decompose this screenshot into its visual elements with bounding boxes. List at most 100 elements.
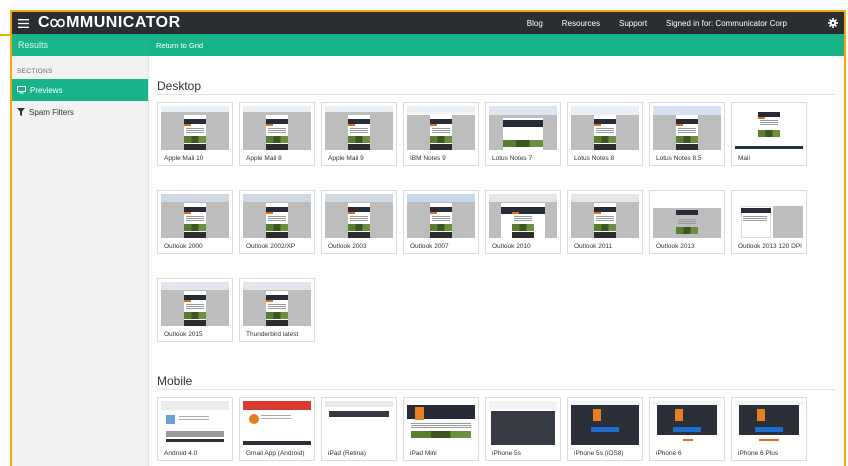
email-thumbnail [161, 282, 229, 326]
desktop-divider [157, 94, 835, 95]
resources-link[interactable]: Resources [562, 19, 600, 28]
email-thumbnail [735, 106, 803, 150]
client-name: Outlook 2011 [574, 243, 613, 250]
email-thumbnail [407, 106, 475, 150]
results-heading: Results [12, 34, 149, 56]
brand-c-letter: C [38, 14, 51, 31]
preview-tile[interactable]: Lotus Notes 7 [485, 102, 561, 166]
preview-tile[interactable]: Android 4.0 [157, 397, 233, 461]
client-name: Android 4.0 [164, 450, 198, 457]
email-thumbnail [653, 401, 721, 445]
email-thumbnail [407, 401, 475, 445]
client-name: Outlook 2013 [656, 243, 695, 250]
return-to-grid-link[interactable]: Return to Grid [149, 41, 203, 50]
email-thumbnail [653, 194, 721, 238]
client-name: Outlook 2000 [164, 243, 203, 250]
signed-in-account[interactable]: Signed in for: Communicator Corp [666, 19, 787, 28]
client-name: Outlook 2010 [492, 243, 531, 250]
sidebar-item-spam-filters[interactable]: Spam Filters [12, 101, 148, 123]
preview-tile[interactable]: Outlook 2000 [157, 190, 233, 254]
brand-name: MMUNICATOR [66, 14, 181, 31]
sidebar-item-previews[interactable]: Previews [12, 79, 148, 101]
preview-tile[interactable]: Apple Mail 10 [157, 102, 233, 166]
email-thumbnail [161, 194, 229, 238]
email-thumbnail [407, 194, 475, 238]
preview-tile[interactable]: Outlook 2011 [567, 190, 643, 254]
email-thumbnail [243, 401, 311, 445]
brand-logo[interactable]: C MMUNICATOR [38, 14, 181, 32]
preview-tile[interactable]: Outlook 2002/XP [239, 190, 315, 254]
preview-tile[interactable]: iPhone 5s [485, 397, 561, 461]
filter-icon [17, 108, 25, 116]
preview-tile[interactable]: Apple Mail 8 [239, 102, 315, 166]
preview-tile[interactable]: iPad (Retina) [321, 397, 397, 461]
gear-icon[interactable] [827, 17, 839, 29]
client-name: Apple Mail 10 [164, 155, 204, 162]
mobile-divider [157, 389, 835, 390]
client-name: Lotus Notes 8 [574, 155, 615, 162]
email-thumbnail [735, 401, 803, 445]
blog-link[interactable]: Blog [527, 19, 543, 28]
preview-tile[interactable]: Outlook 2003 [321, 190, 397, 254]
preview-tile[interactable]: Thunderbird latest [239, 278, 315, 342]
preview-tile[interactable]: iPhone 5s (iOS8) [567, 397, 643, 461]
client-name: iPhone 5s (iOS8) [574, 450, 624, 457]
sidebar-item-label: Previews [30, 85, 63, 95]
hamburger-menu-button[interactable] [12, 12, 34, 34]
preview-tile[interactable]: iPhone 6 [649, 397, 725, 461]
preview-tile[interactable]: Mail [731, 102, 807, 166]
preview-tile[interactable]: IBM Notes 9 [403, 102, 479, 166]
app-window: C MMUNICATOR Blog Resources Support Sign… [10, 10, 846, 466]
preview-tile[interactable]: Outlook 2015 [157, 278, 233, 342]
email-thumbnail [325, 106, 393, 150]
email-thumbnail [489, 106, 557, 150]
preview-tile[interactable]: Gmail App (Android) [239, 397, 315, 461]
preview-tile[interactable]: Lotus Notes 8.5 [649, 102, 725, 166]
support-link[interactable]: Support [619, 19, 647, 28]
preview-tile[interactable]: iPad Mini [403, 397, 479, 461]
hamburger-icon [17, 18, 29, 28]
monitor-icon [17, 86, 26, 94]
client-name: Apple Mail 8 [246, 155, 282, 162]
preview-tile[interactable]: iPhone 6 Plus [731, 397, 807, 461]
email-thumbnail [161, 106, 229, 150]
email-thumbnail [489, 401, 557, 445]
email-thumbnail [161, 401, 229, 445]
preview-tile[interactable]: Outlook 2013 120 DPI [731, 190, 807, 254]
top-links: Blog Resources Support Signed in for: Co… [527, 12, 844, 34]
results-subbar: Results Return to Grid [12, 34, 844, 56]
client-name: Thunderbird latest [246, 331, 299, 338]
infinity-logo-icon [50, 18, 65, 28]
client-name: Lotus Notes 8.5 [656, 155, 702, 162]
email-thumbnail [653, 106, 721, 150]
preview-tile[interactable]: Outlook 2013 [649, 190, 725, 254]
sidebar: SECTIONS Previews Spam Filters [12, 56, 149, 466]
preview-tile[interactable]: Outlook 2007 [403, 190, 479, 254]
client-name: Outlook 2002/XP [246, 243, 296, 250]
email-thumbnail [571, 106, 639, 150]
client-name: iPhone 6 Plus [738, 450, 779, 457]
sections-label: SECTIONS [17, 68, 53, 75]
client-name: Lotus Notes 7 [492, 155, 533, 162]
email-thumbnail [243, 106, 311, 150]
preview-tile[interactable]: Lotus Notes 8 [567, 102, 643, 166]
client-name: Apple Mail 9 [328, 155, 364, 162]
preview-tile[interactable]: Outlook 2010 [485, 190, 561, 254]
client-name: Gmail App (Android) [246, 450, 305, 457]
client-name: iPad Mini [410, 450, 437, 457]
desktop-section-title: Desktop [157, 79, 202, 93]
email-thumbnail [571, 194, 639, 238]
client-name: Outlook 2015 [164, 331, 203, 338]
previews-main: Desktop Apple Mail 10 Apple Mail 8 Apple… [149, 56, 844, 466]
email-thumbnail [243, 282, 311, 326]
sidebar-item-label: Spam Filters [29, 107, 74, 117]
client-name: Outlook 2003 [328, 243, 367, 250]
client-name: Outlook 2007 [410, 243, 449, 250]
email-thumbnail [735, 194, 803, 238]
client-name: IBM Notes 9 [410, 155, 446, 162]
email-thumbnail [325, 401, 393, 445]
preview-tile[interactable]: Apple Mail 9 [321, 102, 397, 166]
mobile-section-title: Mobile [157, 374, 193, 388]
client-name: iPhone 6 [656, 450, 682, 457]
top-navigation-bar: C MMUNICATOR Blog Resources Support Sign… [12, 12, 844, 34]
